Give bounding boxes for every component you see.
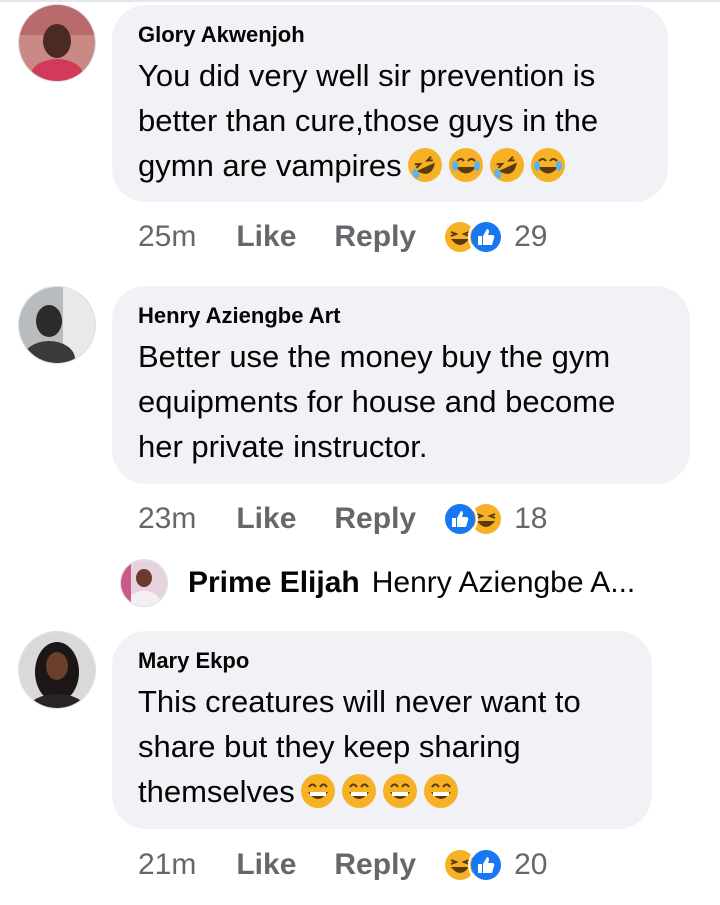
comment-meta: 23m Like Reply 18 xyxy=(138,499,547,539)
profile-photo-icon xyxy=(19,5,95,81)
reply-button[interactable]: Reply xyxy=(334,220,416,254)
rofl-emoji-icon xyxy=(407,147,443,183)
joy-emoji-icon xyxy=(530,147,566,183)
reply-text: Henry Aziengbe A... xyxy=(371,566,636,599)
grin-emoji-icon xyxy=(423,773,459,809)
grin-emoji-icon xyxy=(382,773,418,809)
rofl-emoji-icon xyxy=(489,147,525,183)
comment-timestamp[interactable]: 21m xyxy=(138,848,196,882)
reply-button[interactable]: Reply xyxy=(334,502,416,536)
reaction-count: 18 xyxy=(514,502,548,535)
reply-author[interactable]: Prime Elijah xyxy=(188,566,360,600)
avatar xyxy=(120,559,168,607)
like-reaction-icon xyxy=(442,501,479,537)
comment-bubble: Mary Ekpo This creatures will never want… xyxy=(112,631,652,829)
reaction-count: 20 xyxy=(514,848,548,881)
reaction-summary[interactable]: 29 xyxy=(442,219,547,255)
comment-text: You did very well sir prevention is bett… xyxy=(138,53,642,188)
avatar[interactable] xyxy=(18,4,96,82)
avatar[interactable] xyxy=(18,631,96,709)
reply-preview[interactable]: Prime Elijah Henry Aziengbe A... xyxy=(120,558,635,608)
comment-author[interactable]: Mary Ekpo xyxy=(138,647,626,675)
grin-emoji-icon xyxy=(300,773,336,809)
like-button[interactable]: Like xyxy=(236,220,296,254)
reaction-count: 29 xyxy=(514,220,548,253)
reaction-summary[interactable]: 20 xyxy=(442,847,547,883)
like-button[interactable]: Like xyxy=(236,502,296,536)
comment-text: Better use the money buy the gym equipme… xyxy=(138,339,616,464)
like-button[interactable]: Like xyxy=(236,848,296,882)
comment-author[interactable]: Glory Akwenjoh xyxy=(138,21,642,49)
comment-timestamp[interactable]: 23m xyxy=(138,502,196,536)
comment-meta: 25m Like Reply 29 xyxy=(138,217,547,257)
like-reaction-icon xyxy=(468,219,505,255)
like-reaction-icon xyxy=(468,847,505,883)
comment-timestamp[interactable]: 25m xyxy=(138,220,196,254)
profile-photo-icon xyxy=(19,632,95,708)
profile-photo-icon xyxy=(19,287,95,363)
comment-meta: 21m Like Reply 20 xyxy=(138,845,547,885)
comment-text: This creatures will never want to share … xyxy=(138,679,626,814)
top-divider xyxy=(0,0,720,2)
reaction-summary[interactable]: 18 xyxy=(442,501,547,537)
reply-button[interactable]: Reply xyxy=(334,848,416,882)
avatar[interactable] xyxy=(18,286,96,364)
grin-emoji-icon xyxy=(341,773,377,809)
comment-author[interactable]: Henry Aziengbe Art xyxy=(138,302,664,330)
comment-bubble: Glory Akwenjoh You did very well sir pre… xyxy=(112,5,668,202)
joy-emoji-icon xyxy=(448,147,484,183)
comment-bubble: Henry Aziengbe Art Better use the money … xyxy=(112,286,690,484)
